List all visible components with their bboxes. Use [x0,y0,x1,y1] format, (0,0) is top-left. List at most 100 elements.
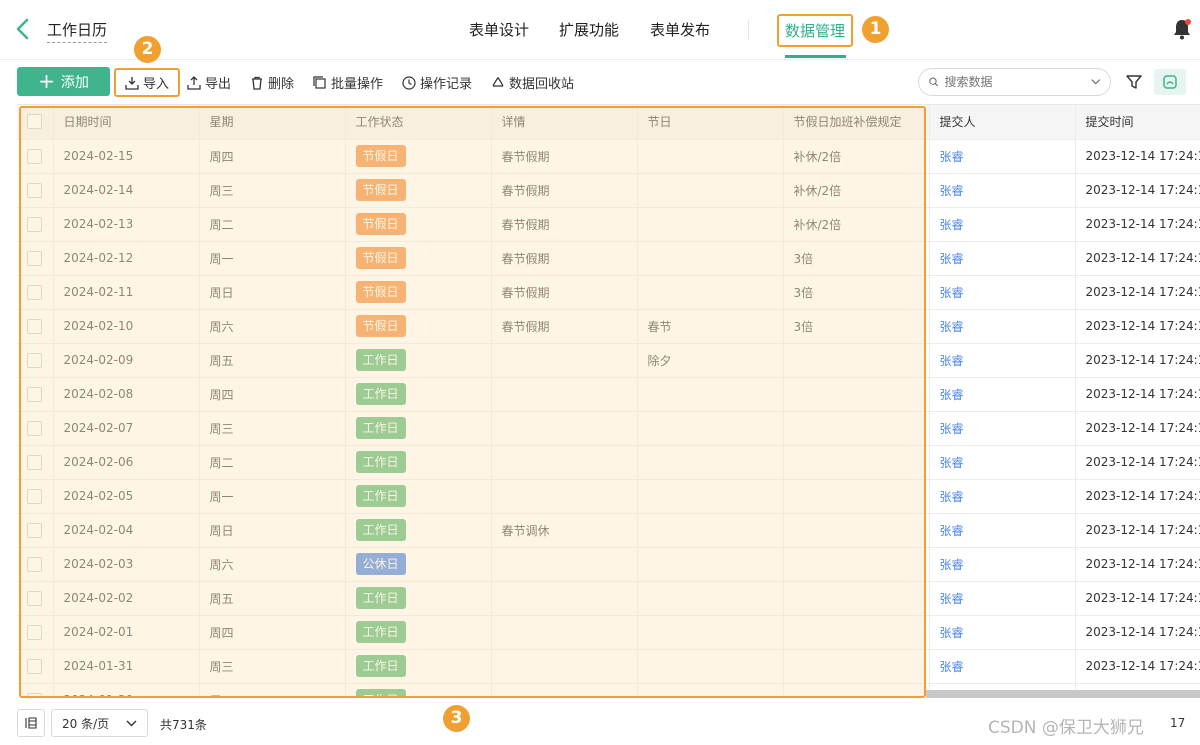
tab-extensions[interactable]: 扩展功能 [559,19,619,40]
table-row[interactable]: 2024-02-01周四工作日 张睿2023-12-14 17:24:16 [17,615,1200,650]
row-checkbox[interactable] [27,454,43,470]
detail-cell [491,683,638,698]
table-row[interactable]: 2024-02-09周五工作日 除夕 张睿2023-12-14 17:24:16 [17,343,1200,378]
column-header[interactable]: 节日 [637,105,784,140]
table-row[interactable]: 2024-02-07周三工作日 张睿2023-12-14 17:24:16 [17,411,1200,446]
notification-bell-icon[interactable] [1172,18,1192,40]
chevron-down-icon[interactable] [1090,78,1101,86]
submitter-cell[interactable]: 张睿 [929,241,1076,276]
import-button[interactable]: 导入 [114,68,180,97]
batch-icon [313,75,326,89]
submitter-cell[interactable]: 张睿 [929,343,1076,378]
table-header-row: 日期时间 星期 工作状态 详情 节日 节假日加班补偿规定 提交人 提交时间 [17,105,1200,140]
column-header[interactable]: 提交人 [929,105,1076,140]
data-table: 日期时间 星期 工作状态 详情 节日 节假日加班补偿规定 提交人 提交时间 20… [17,104,1200,698]
row-checkbox[interactable] [27,352,43,368]
submitter-cell[interactable]: 张睿 [929,275,1076,310]
submitter-cell[interactable]: 张睿 [929,581,1076,616]
weekday-cell: 周日 [199,275,346,310]
row-checkbox[interactable] [27,250,43,266]
recycle-icon [492,76,504,87]
submit-time-cell: 2023-12-14 17:24:16 [1075,513,1200,548]
table-row[interactable]: 2024-02-13 周二 节假日 春节假期 补休/2倍 张睿 2023-12-14 17:… [17,207,1200,242]
table-row[interactable]: 2024-02-08周四工作日 张睿2023-12-14 17:24:16 [17,377,1200,412]
recycle-bin-button[interactable]: 数据回收站 [491,73,574,92]
column-header[interactable]: 日期时间 [53,105,200,140]
submitter-cell[interactable]: 张睿 [929,377,1076,412]
filter-icon[interactable] [1125,73,1143,91]
delete-button[interactable]: 删除 [250,73,294,92]
row-checkbox[interactable] [27,590,43,606]
row-checkbox[interactable] [27,182,43,198]
operation-log-button[interactable]: 操作记录 [402,73,472,92]
submitter-cell[interactable]: 张睿 [929,547,1076,582]
nav-divider [748,20,749,40]
table-row[interactable]: 2024-02-02周五工作日 张睿2023-12-14 17:24:16 [17,581,1200,616]
row-checkbox[interactable] [27,522,43,538]
submit-time-cell: 2023-12-14 17:24:16 [1075,547,1200,582]
submitter-cell[interactable]: 张睿 [929,445,1076,480]
column-header[interactable]: 工作状态 [345,105,492,140]
row-checkbox[interactable] [27,148,43,164]
row-checkbox[interactable] [27,488,43,504]
submitter-cell[interactable]: 张睿 [929,649,1076,684]
row-checkbox[interactable] [27,386,43,402]
select-all-checkbox[interactable] [27,114,43,130]
detail-cell [491,649,638,684]
rule-cell: 3倍 [783,275,930,310]
table-row[interactable]: 2024-02-06周二工作日 张睿2023-12-14 17:24:16 [17,445,1200,480]
column-header[interactable]: 节假日加班补偿规定 [783,105,930,140]
table-row[interactable]: 2024-02-11 周日 节假日 春节假期 3倍 张睿 2023-12-14 17:24:… [17,275,1200,310]
search-box[interactable] [918,68,1111,96]
table-row[interactable]: 2024-02-15 周四 节假日 春节假期 补休/2倍 张睿 2023-12-14 17:… [17,139,1200,174]
submitter-cell[interactable]: 张睿 [929,173,1076,208]
row-checkbox[interactable] [27,216,43,232]
row-checkbox[interactable] [27,624,43,640]
recycle-label: 数据回收站 [509,77,575,92]
annotation-badge-1: 1 [862,16,889,43]
import-label: 导入 [142,77,169,92]
page-number[interactable]: 17 [1170,716,1185,730]
table-row[interactable]: 2024-01-31周三工作日 张睿2023-12-14 17:24:16 [17,649,1200,684]
row-checkbox[interactable] [27,658,43,674]
submit-time-cell: 2023-12-14 17:24:16 [1075,275,1200,310]
festival-cell: 春节 [637,309,784,344]
search-input[interactable] [944,75,1085,89]
horizontal-scrollbar[interactable] [926,690,1200,698]
back-arrow-icon[interactable] [12,16,34,42]
table-row[interactable]: 2024-02-10 周六 节假日 春节假期 春节 3倍 张睿 2023-12-14 17:2… [17,309,1200,344]
table-row[interactable]: 2024-02-05周一工作日 张睿2023-12-14 17:24:16 [17,479,1200,514]
submitter-cell[interactable]: 张睿 [929,139,1076,174]
column-header[interactable]: 提交时间 [1075,105,1200,140]
submitter-cell[interactable]: 张睿 [929,615,1076,650]
tab-form-publish[interactable]: 表单发布 [650,19,710,40]
row-checkbox[interactable] [27,318,43,334]
submitter-cell[interactable]: 张睿 [929,309,1076,344]
submitter-cell[interactable]: 张睿 [929,513,1076,548]
table-row[interactable]: 2024-02-14 周三 节假日 春节假期 补休/2倍 张睿 2023-12-14 17:… [17,173,1200,208]
row-checkbox[interactable] [27,692,43,698]
submitter-cell[interactable]: 张睿 [929,207,1076,242]
view-toggle-button[interactable] [1154,69,1186,95]
row-checkbox[interactable] [27,284,43,300]
tab-form-design[interactable]: 表单设计 [469,19,529,40]
date-cell: 2024-02-13 [53,207,200,242]
table-row[interactable]: 2024-02-04周日工作日 春节调休 张睿2023-12-14 17:24:16 [17,513,1200,548]
row-checkbox[interactable] [27,556,43,572]
status-cell: 工作日 [345,615,492,650]
table-row[interactable]: 2024-02-12 周一 节假日 春节假期 3倍 张睿 2023-12-14 17:24:… [17,241,1200,276]
weekday-cell: 周六 [199,547,346,582]
export-button[interactable]: 导出 [187,73,231,92]
table-row[interactable]: 2024-02-03周六公休日 张睿2023-12-14 17:24:16 [17,547,1200,582]
submitter-cell[interactable]: 张睿 [929,411,1076,446]
column-header[interactable]: 详情 [491,105,638,140]
add-button[interactable]: + 添加 [17,67,110,96]
page-size-select[interactable]: 20 条/页 [51,709,148,737]
submitter-cell[interactable]: 张睿 [929,479,1076,514]
column-settings-button[interactable] [17,709,45,737]
active-tab-indicator [785,55,846,58]
column-header[interactable]: 星期 [199,105,346,140]
tab-data-management[interactable]: 数据管理 [777,14,854,47]
batch-operation-button[interactable]: 批量操作 [313,73,383,92]
row-checkbox[interactable] [27,420,43,436]
